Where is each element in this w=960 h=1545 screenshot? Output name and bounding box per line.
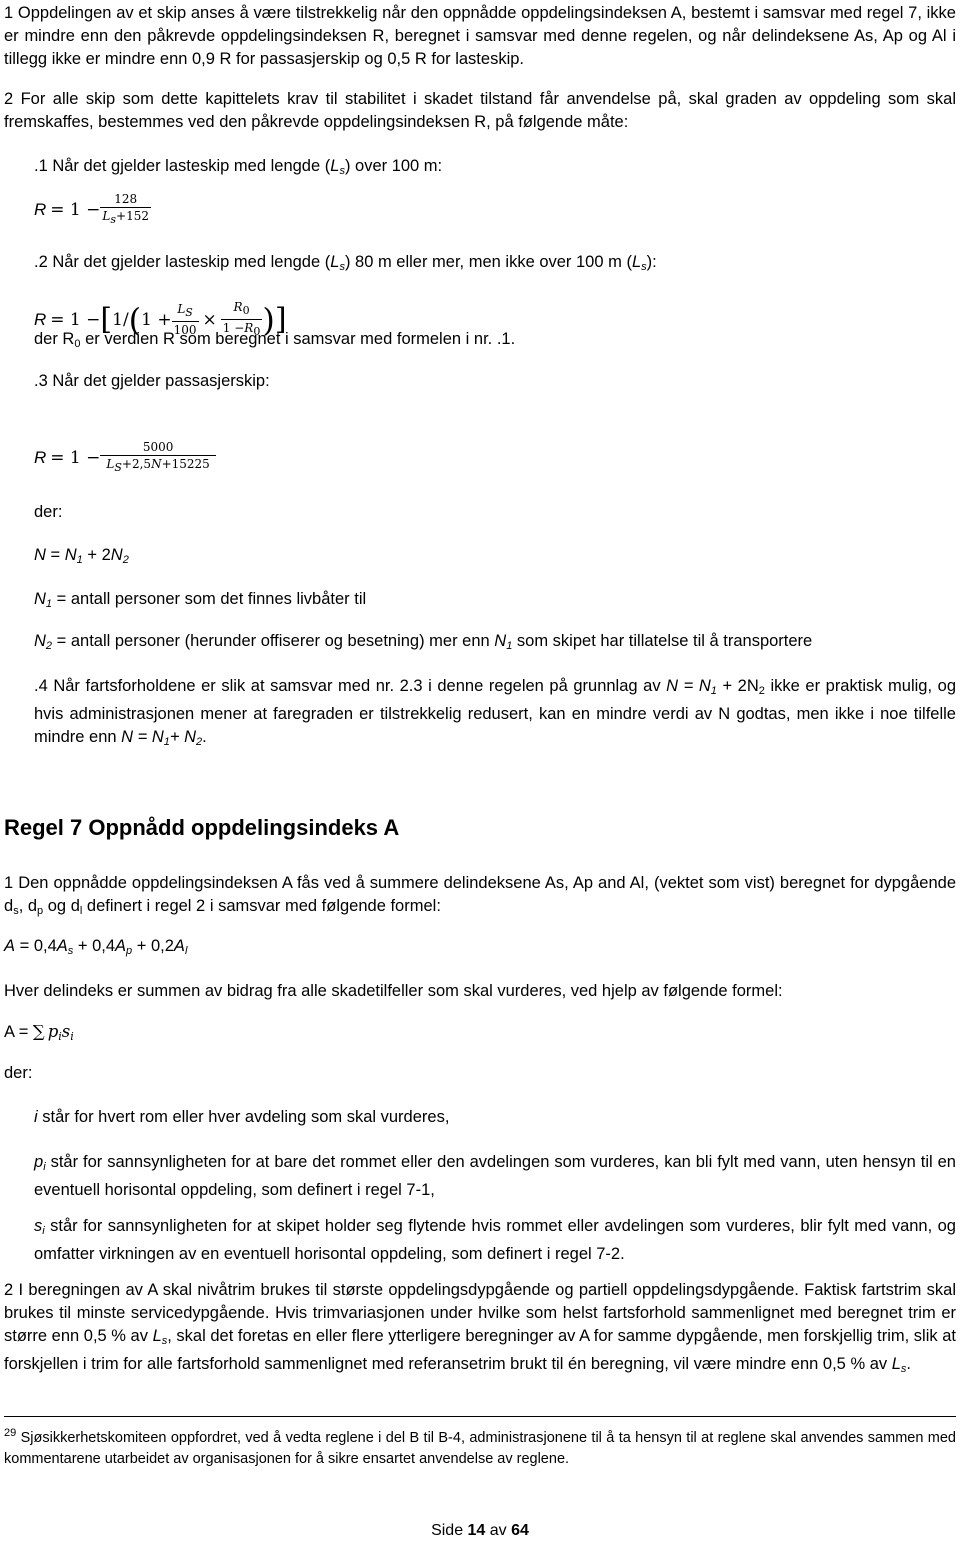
formula-eq: = 1 − — [50, 447, 101, 468]
item-1-cargo-over-100m: .1 Når det gjelder lasteskip med lengde … — [34, 157, 442, 177]
one-plus: 1 + — [141, 309, 172, 330]
definition-i: i står for hvert rom eller hver avdeling… — [34, 1108, 450, 1126]
definition-s-i: si står for sannsynligheten for at skipe… — [34, 1217, 956, 1263]
n-definition: N = N1 + 2N2 — [34, 546, 129, 566]
item-2-cargo-80-100m: .2 Når det gjelder lasteskip med lengde … — [34, 253, 657, 273]
formula-lhs: R — [34, 447, 47, 467]
n1-definition: N1 = antall personer som det finnes livb… — [34, 590, 367, 610]
fraction-numerator: 128 — [114, 192, 138, 206]
formula-eq: = 1 − — [50, 309, 101, 330]
total-pages: 64 — [511, 1522, 529, 1539]
formula-lhs: R — [34, 309, 47, 329]
der-label-2: der: — [4, 1064, 33, 1082]
item-2-text-mid: ) 80 m eller mer, men ikke over 100 m ( — [344, 253, 632, 271]
fraction-denominator: Ls+152 — [100, 207, 151, 226]
formula-a-weighted: A = 0,4As + 0,4Ap + 0,2Al — [4, 937, 188, 957]
section-heading-regel-7: Regel 7 Oppnådd oppdelingsindeks A — [4, 815, 400, 840]
paragraph-7-1: 1 Den oppnådde oppdelingsindeksen A fås … — [4, 874, 956, 917]
footnote-divider — [4, 1416, 956, 1417]
formula-fraction: 5000 LS+2,5N+15225 — [100, 440, 216, 475]
formula-fraction: 128 Ls+152 — [100, 192, 151, 227]
n2-definition: N2 = antall personer (herunder offiserer… — [34, 632, 813, 652]
paragraph-2-required-index: 2 For alle skip som dette kapittelets kr… — [4, 90, 956, 131]
der-label: der: — [34, 503, 63, 521]
item-1-text-post: ) over 100 m: — [344, 157, 443, 175]
current-page: 14 — [467, 1522, 486, 1539]
times-sign: × — [202, 309, 217, 330]
formula-a-sum: A = ∑ pisi — [4, 1022, 74, 1043]
item-4-reduced-n: .4 Når fartsforholdene er slik at samsva… — [34, 677, 956, 748]
one-slash: 1/ — [112, 309, 129, 330]
item-2-text-pre: .2 Når det gjelder lasteskip med lengde … — [34, 253, 331, 271]
sigma-symbol: ∑ — [32, 1022, 45, 1041]
item-1-text-pre: .1 Når det gjelder lasteskip med lengde … — [34, 157, 331, 175]
footnote-29: 29 Sjøsikkerhetskomiteen oppfordret, ved… — [4, 1427, 956, 1467]
paragraph-partial-index: Hver delindeks er summen av bidrag fra a… — [4, 982, 783, 1000]
item-3-passenger-ships: .3 Når det gjelder passasjerskip: — [34, 372, 270, 390]
formula-eq: = 1 − — [50, 199, 101, 220]
page-footer: Side 14 av 64 — [431, 1522, 529, 1539]
item-2-note: der R0 er verdien R som beregnet i samsv… — [34, 330, 516, 350]
paragraph-1-subdivision: 1 Oppdelingen av et skip anses å være ti… — [4, 4, 956, 68]
formula-r-passenger: R = 1 − 5000 LS+2,5N+15225 — [34, 440, 216, 475]
formula-lhs: R — [34, 199, 47, 219]
definition-p-i: pi står for sannsynligheten for at bare … — [34, 1153, 956, 1199]
paragraph-7-2-trim: 2 I beregningen av A skal nivåtrim bruke… — [4, 1281, 956, 1375]
footnote-number: 29 — [4, 1427, 17, 1439]
formula-r-cargo-over-100m: R = 1 − 128 Ls+152 — [34, 192, 151, 227]
